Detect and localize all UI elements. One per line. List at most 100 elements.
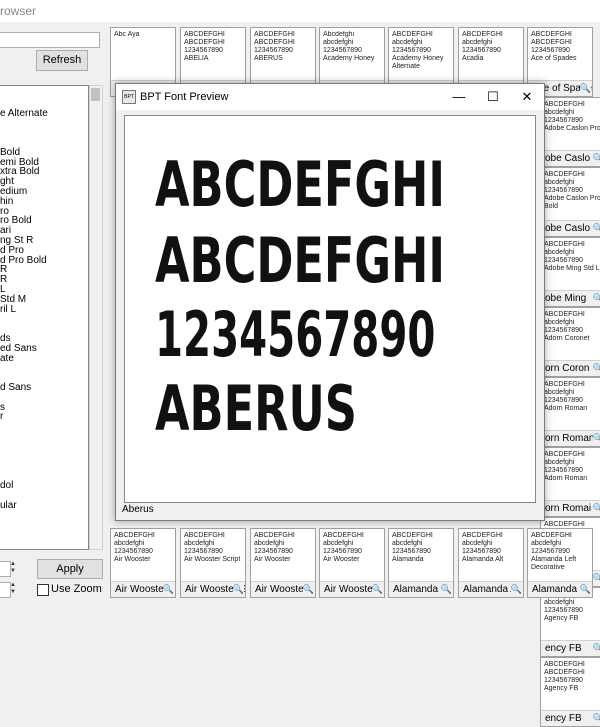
font-tile-name: obe Caslo xyxy=(545,223,591,234)
font-list-item[interactable]: ril L xyxy=(0,304,88,315)
font-list-item[interactable]: r xyxy=(0,411,88,422)
sample-line: ABCDEFGHI xyxy=(462,532,503,539)
sample-line: Adobe Caslon Pro xyxy=(544,125,600,132)
font-tile[interactable]: ABCDEFGHI abcdefghi 1234567890 Adobe Caslon… xyxy=(540,97,600,167)
sample-line: ABCDEFGHI xyxy=(114,532,155,539)
sample-line: 1234567890 xyxy=(544,467,583,474)
preview-titlebar[interactable]: BPT BPT Font Preview — ☐ ✕ xyxy=(116,84,544,110)
refresh-button[interactable]: Refresh xyxy=(36,50,88,71)
sample-line: Ace of Spades xyxy=(531,55,577,62)
zoom-magnifier-icon[interactable]: 🔍 xyxy=(440,583,452,596)
font-tile-caption: orn Romai xyxy=(541,500,600,516)
preview-canvas: ABCDEFGHI ABCDEFGHI 1234567890 ABERUS xyxy=(124,115,536,503)
zoom-magnifier-icon[interactable]: 🔍 xyxy=(592,292,600,305)
zoom-magnifier-icon[interactable]: 🔍 xyxy=(592,152,600,165)
zoom-magnifier-icon[interactable]: 🔍 xyxy=(592,572,600,585)
sample-line: ABCDEFGHI xyxy=(544,311,585,318)
zoom-magnifier-icon[interactable]: 🔍 xyxy=(592,712,600,725)
scrollbar-thumb[interactable] xyxy=(91,88,100,101)
font-tile[interactable]: ABCDEFGHI abcdefghi 1234567890 Alamanda Lef… xyxy=(527,528,593,598)
font-tile-name: obe Caslo Pro xyxy=(545,153,600,164)
font-tile-name: orn Romai xyxy=(545,503,592,514)
sample-line: ABCDEFGHI xyxy=(544,451,585,458)
font-tile-caption: obe Caslo Pro xyxy=(541,150,600,166)
font-tile[interactable]: ABCDEFGHI abcdefghi 1234567890 Alamanda Alam… xyxy=(388,528,454,598)
sample-line: 1234567890 xyxy=(392,47,431,54)
font-list-item[interactable]: d Sans xyxy=(0,382,88,393)
zoom-magnifier-icon[interactable]: 🔍 xyxy=(232,583,244,596)
maximize-icon[interactable]: ☐ xyxy=(476,84,510,110)
font-list-item[interactable]: ate xyxy=(0,353,88,364)
font-list-item[interactable]: e Alternate xyxy=(0,108,88,119)
font-list-item[interactable]: ular xyxy=(0,500,88,511)
columns-spinner-arrows-icon[interactable]: ▲ ▼ xyxy=(10,582,18,596)
sample-line: ABCDEFGHI xyxy=(544,241,585,248)
font-tile-sample: Abcdefghi abcdefghi 1234567890 Academy Hone… xyxy=(323,31,381,79)
sample-line: Alamanda xyxy=(392,556,424,563)
zoom-magnifier-icon[interactable]: 🔍 xyxy=(592,362,600,375)
sample-line: Abc Aya xyxy=(114,31,140,38)
zoom-magnifier-icon[interactable]: 🔍 xyxy=(579,82,591,95)
sample-line: 1234567890 xyxy=(254,47,293,54)
close-icon[interactable]: ✕ xyxy=(510,84,544,110)
zoom-magnifier-icon[interactable]: 🔍 xyxy=(162,583,174,596)
sample-line: Alamanda Left Decorative xyxy=(531,556,577,571)
sample-line: abcdefghi xyxy=(544,249,575,256)
font-list[interactable]: e Alternate Bold emi Bold xtra Bold ght edium… xyxy=(0,85,89,550)
font-tile[interactable]: ABCDEFGHI abcdefghi 1234567890 Air Wooster A… xyxy=(319,528,385,598)
zoom-magnifier-icon[interactable]: 🔍 xyxy=(579,583,591,596)
minimize-icon[interactable]: — xyxy=(442,84,476,110)
font-tile-name: ency FB xyxy=(545,713,582,724)
font-tile-sample: ABCDEFGHIabcdefghi1234567890Agency FB xyxy=(544,591,600,639)
zoom-magnifier-icon[interactable]: 🔍 xyxy=(510,583,522,596)
font-tile[interactable]: ABCDEFGHI abcdefghi 1234567890 Adobe Ming S… xyxy=(540,237,600,307)
font-list-item[interactable]: dol xyxy=(0,480,88,491)
font-tile[interactable]: ABCDEFGHI abcdefghi 1234567890 Air Wooster A… xyxy=(250,528,316,598)
font-tile[interactable]: ABCDEFGHI abcdefghi 1234567890 Alamanda Alt… xyxy=(458,528,524,598)
sample-line: abcdefghi xyxy=(544,389,575,396)
app-icon: BPT xyxy=(122,90,136,104)
font-preview-window[interactable]: BPT BPT Font Preview — ☐ ✕ ABCDEFGHI ABC… xyxy=(115,83,545,521)
font-tile[interactable]: ABCDEFGHI abcdefghi 1234567890 Adorn Roman o… xyxy=(540,377,600,447)
zoom-magnifier-icon[interactable]: 🔍 xyxy=(592,502,600,515)
sample-line: 1234567890 xyxy=(392,548,431,555)
sample-line: ABCDEFGHI xyxy=(392,532,433,539)
sample-line: 1234567890 xyxy=(531,47,570,54)
font-tile[interactable]: ABCDEFGHI abcdefghi 1234567890 Adorn Corone… xyxy=(540,307,600,377)
font-tile[interactable]: ABCDEFGHI abcdefghi 1234567890 Adobe Caslon… xyxy=(540,167,600,237)
size-spinner-arrows-icon[interactable]: ▲ ▼ xyxy=(10,561,18,575)
zoom-magnifier-icon[interactable]: 🔍 xyxy=(592,222,600,235)
font-tile[interactable]: ABCDEFGHI ABCDEFGHI 1234567890 Agency FB enc… xyxy=(540,657,600,727)
sample-line: 1234567890 xyxy=(531,548,570,555)
font-filter-input[interactable] xyxy=(0,32,100,48)
main-window-titlebar: rowser xyxy=(0,0,600,22)
sample-line: 1234567890 xyxy=(323,47,362,54)
font-tile[interactable]: ABCDEFGHI abcdefghi 1234567890 Air Wooster … xyxy=(180,528,246,598)
zoom-magnifier-icon[interactable]: 🔍 xyxy=(371,583,383,596)
sample-line: abcdefghi xyxy=(114,540,145,547)
sample-line: ABCDEFGHI xyxy=(323,532,364,539)
font-tile-caption: ency FB xyxy=(541,710,600,726)
zoom-magnifier-icon[interactable]: 🔍 xyxy=(592,432,600,445)
use-zoom-checkbox[interactable] xyxy=(37,584,49,596)
sample-line: Adorn Roman xyxy=(544,405,588,412)
sample-line: 1234567890 xyxy=(184,548,223,555)
sample-line: Adorn Coronet xyxy=(544,335,590,342)
sample-line: ABCDEFGHI xyxy=(544,661,585,668)
font-tile[interactable]: ABCDEFGHI abcdefghi 1234567890 Air Wooster A… xyxy=(110,528,176,598)
sample-line: ABCDEFGHI xyxy=(462,31,503,38)
font-tile-sample: ABCDEFGHI abcdefghi 1234567890 Adorn Roman xyxy=(544,451,600,499)
font-tile-sample: ABCDEFGHI abcdefghi 1234567890 Air Wooster xyxy=(114,532,172,580)
preview-line-upper: ABCDEFGHI xyxy=(155,148,445,221)
sample-line: 1234567890 xyxy=(114,548,153,555)
sample-line: Air Wooster Script xyxy=(184,556,241,563)
apply-button[interactable]: Apply xyxy=(37,559,103,579)
sample-line: ABCDEFGHI xyxy=(184,31,225,38)
font-tile[interactable]: ABCDEFGHI abcdefghi 1234567890 Adorn Roman o… xyxy=(540,447,600,517)
font-tile-sample: ABCDEFGHI abcdefghi 1234567890 Air Wooster … xyxy=(184,532,242,580)
font-list-scrollbar[interactable] xyxy=(89,85,103,550)
zoom-magnifier-icon[interactable]: 🔍 xyxy=(302,583,314,596)
sample-line: Air Wooster xyxy=(254,556,291,563)
font-tile-sample: Abc Aya xyxy=(114,31,172,79)
zoom-magnifier-icon[interactable]: 🔍 xyxy=(592,642,600,655)
